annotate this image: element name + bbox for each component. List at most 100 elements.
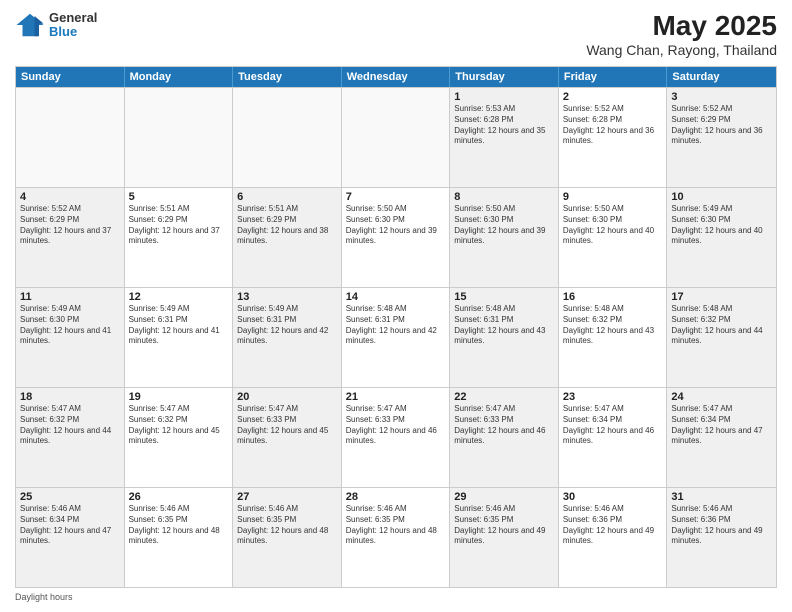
cal-cell: 18Sunrise: 5:47 AMSunset: 6:32 PMDayligh…	[16, 388, 125, 487]
day-header-tuesday: Tuesday	[233, 67, 342, 87]
cell-info: Sunrise: 5:48 AMSunset: 6:31 PMDaylight:…	[454, 304, 554, 347]
logo-line1: General	[49, 11, 97, 25]
day-number: 1	[454, 91, 554, 103]
cal-week-1: 1Sunrise: 5:53 AMSunset: 6:28 PMDaylight…	[16, 87, 776, 187]
cal-cell: 9Sunrise: 5:50 AMSunset: 6:30 PMDaylight…	[559, 188, 668, 287]
cal-cell: 28Sunrise: 5:46 AMSunset: 6:35 PMDayligh…	[342, 488, 451, 587]
logo-icon	[15, 10, 45, 40]
cal-cell: 3Sunrise: 5:52 AMSunset: 6:29 PMDaylight…	[667, 88, 776, 187]
logo-text: General Blue	[49, 11, 97, 40]
cell-info: Sunrise: 5:47 AMSunset: 6:34 PMDaylight:…	[671, 404, 772, 447]
cal-cell: 30Sunrise: 5:46 AMSunset: 6:36 PMDayligh…	[559, 488, 668, 587]
cal-cell: 22Sunrise: 5:47 AMSunset: 6:33 PMDayligh…	[450, 388, 559, 487]
calendar-body: 1Sunrise: 5:53 AMSunset: 6:28 PMDaylight…	[16, 87, 776, 587]
cal-cell: 7Sunrise: 5:50 AMSunset: 6:30 PMDaylight…	[342, 188, 451, 287]
day-number: 22	[454, 391, 554, 403]
cell-info: Sunrise: 5:50 AMSunset: 6:30 PMDaylight:…	[346, 204, 446, 247]
logo: General Blue	[15, 10, 97, 40]
cal-week-5: 25Sunrise: 5:46 AMSunset: 6:34 PMDayligh…	[16, 487, 776, 587]
footer-text: Daylight hours	[15, 592, 73, 602]
cal-cell: 2Sunrise: 5:52 AMSunset: 6:28 PMDaylight…	[559, 88, 668, 187]
day-number: 20	[237, 391, 337, 403]
day-header-wednesday: Wednesday	[342, 67, 451, 87]
cell-info: Sunrise: 5:49 AMSunset: 6:31 PMDaylight:…	[129, 304, 229, 347]
day-number: 19	[129, 391, 229, 403]
cal-cell: 10Sunrise: 5:49 AMSunset: 6:30 PMDayligh…	[667, 188, 776, 287]
day-number: 30	[563, 491, 663, 503]
footer: Daylight hours	[15, 592, 777, 602]
cal-cell	[342, 88, 451, 187]
day-number: 3	[671, 91, 772, 103]
cal-cell: 11Sunrise: 5:49 AMSunset: 6:30 PMDayligh…	[16, 288, 125, 387]
cal-cell: 4Sunrise: 5:52 AMSunset: 6:29 PMDaylight…	[16, 188, 125, 287]
day-number: 24	[671, 391, 772, 403]
day-header-friday: Friday	[559, 67, 668, 87]
day-header-thursday: Thursday	[450, 67, 559, 87]
cell-info: Sunrise: 5:51 AMSunset: 6:29 PMDaylight:…	[129, 204, 229, 247]
day-number: 15	[454, 291, 554, 303]
day-number: 14	[346, 291, 446, 303]
day-number: 27	[237, 491, 337, 503]
day-number: 29	[454, 491, 554, 503]
day-number: 23	[563, 391, 663, 403]
day-number: 8	[454, 191, 554, 203]
cal-cell: 15Sunrise: 5:48 AMSunset: 6:31 PMDayligh…	[450, 288, 559, 387]
day-number: 10	[671, 191, 772, 203]
cell-info: Sunrise: 5:46 AMSunset: 6:36 PMDaylight:…	[563, 504, 663, 547]
day-number: 7	[346, 191, 446, 203]
cal-cell: 20Sunrise: 5:47 AMSunset: 6:33 PMDayligh…	[233, 388, 342, 487]
cal-cell	[16, 88, 125, 187]
cell-info: Sunrise: 5:50 AMSunset: 6:30 PMDaylight:…	[454, 204, 554, 247]
cal-cell	[125, 88, 234, 187]
cal-cell: 24Sunrise: 5:47 AMSunset: 6:34 PMDayligh…	[667, 388, 776, 487]
day-number: 2	[563, 91, 663, 103]
day-number: 31	[671, 491, 772, 503]
day-header-sunday: Sunday	[16, 67, 125, 87]
cell-info: Sunrise: 5:52 AMSunset: 6:29 PMDaylight:…	[671, 104, 772, 147]
day-number: 9	[563, 191, 663, 203]
cell-info: Sunrise: 5:51 AMSunset: 6:29 PMDaylight:…	[237, 204, 337, 247]
cell-info: Sunrise: 5:49 AMSunset: 6:30 PMDaylight:…	[20, 304, 120, 347]
cal-cell: 5Sunrise: 5:51 AMSunset: 6:29 PMDaylight…	[125, 188, 234, 287]
cell-info: Sunrise: 5:46 AMSunset: 6:35 PMDaylight:…	[454, 504, 554, 547]
day-number: 11	[20, 291, 120, 303]
cal-week-4: 18Sunrise: 5:47 AMSunset: 6:32 PMDayligh…	[16, 387, 776, 487]
cell-info: Sunrise: 5:53 AMSunset: 6:28 PMDaylight:…	[454, 104, 554, 147]
cell-info: Sunrise: 5:47 AMSunset: 6:33 PMDaylight:…	[237, 404, 337, 447]
cell-info: Sunrise: 5:47 AMSunset: 6:33 PMDaylight:…	[454, 404, 554, 447]
cal-cell: 13Sunrise: 5:49 AMSunset: 6:31 PMDayligh…	[233, 288, 342, 387]
page-subtitle: Wang Chan, Rayong, Thailand	[586, 42, 777, 58]
day-number: 16	[563, 291, 663, 303]
day-number: 5	[129, 191, 229, 203]
cal-cell: 17Sunrise: 5:48 AMSunset: 6:32 PMDayligh…	[667, 288, 776, 387]
calendar-header: SundayMondayTuesdayWednesdayThursdayFrid…	[16, 67, 776, 87]
day-header-monday: Monday	[125, 67, 234, 87]
cal-cell: 1Sunrise: 5:53 AMSunset: 6:28 PMDaylight…	[450, 88, 559, 187]
cal-cell: 12Sunrise: 5:49 AMSunset: 6:31 PMDayligh…	[125, 288, 234, 387]
cal-cell: 16Sunrise: 5:48 AMSunset: 6:32 PMDayligh…	[559, 288, 668, 387]
day-number: 28	[346, 491, 446, 503]
day-number: 26	[129, 491, 229, 503]
cal-week-2: 4Sunrise: 5:52 AMSunset: 6:29 PMDaylight…	[16, 187, 776, 287]
day-number: 4	[20, 191, 120, 203]
cal-cell: 25Sunrise: 5:46 AMSunset: 6:34 PMDayligh…	[16, 488, 125, 587]
cal-cell: 8Sunrise: 5:50 AMSunset: 6:30 PMDaylight…	[450, 188, 559, 287]
cal-cell: 23Sunrise: 5:47 AMSunset: 6:34 PMDayligh…	[559, 388, 668, 487]
cell-info: Sunrise: 5:46 AMSunset: 6:36 PMDaylight:…	[671, 504, 772, 547]
cal-cell: 26Sunrise: 5:46 AMSunset: 6:35 PMDayligh…	[125, 488, 234, 587]
cal-cell: 19Sunrise: 5:47 AMSunset: 6:32 PMDayligh…	[125, 388, 234, 487]
cal-cell: 27Sunrise: 5:46 AMSunset: 6:35 PMDayligh…	[233, 488, 342, 587]
day-number: 6	[237, 191, 337, 203]
day-header-saturday: Saturday	[667, 67, 776, 87]
day-number: 17	[671, 291, 772, 303]
cell-info: Sunrise: 5:47 AMSunset: 6:34 PMDaylight:…	[563, 404, 663, 447]
cell-info: Sunrise: 5:52 AMSunset: 6:28 PMDaylight:…	[563, 104, 663, 147]
cal-cell: 14Sunrise: 5:48 AMSunset: 6:31 PMDayligh…	[342, 288, 451, 387]
cell-info: Sunrise: 5:47 AMSunset: 6:32 PMDaylight:…	[129, 404, 229, 447]
cal-cell: 29Sunrise: 5:46 AMSunset: 6:35 PMDayligh…	[450, 488, 559, 587]
cell-info: Sunrise: 5:48 AMSunset: 6:31 PMDaylight:…	[346, 304, 446, 347]
cell-info: Sunrise: 5:50 AMSunset: 6:30 PMDaylight:…	[563, 204, 663, 247]
cell-info: Sunrise: 5:46 AMSunset: 6:35 PMDaylight:…	[129, 504, 229, 547]
day-number: 21	[346, 391, 446, 403]
header: General Blue May 2025 Wang Chan, Rayong,…	[15, 10, 777, 58]
